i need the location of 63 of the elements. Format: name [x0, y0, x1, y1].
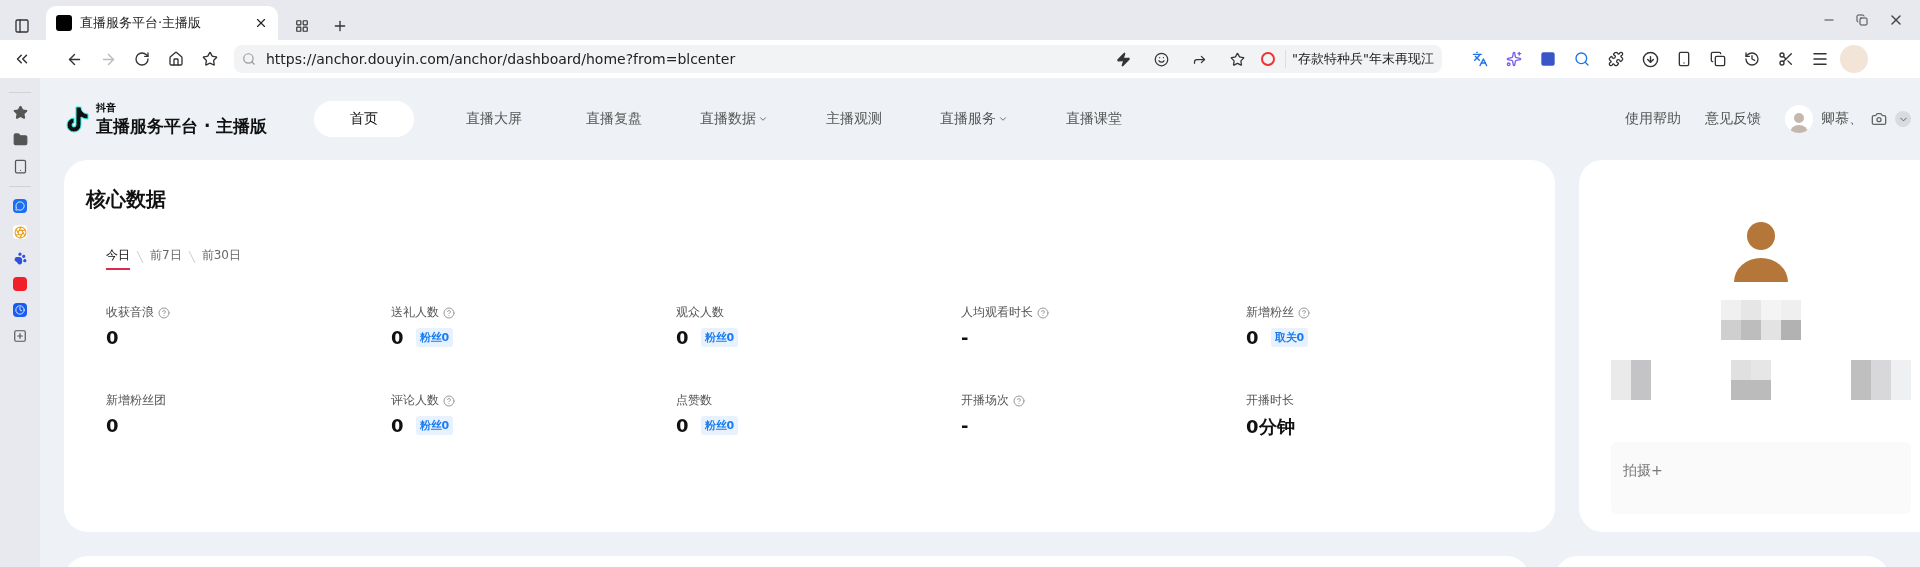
search-hint[interactable]: "存款特种兵"年末再现江	[1285, 50, 1434, 68]
nav-tab[interactable]: 直播复盘	[554, 101, 674, 137]
period-tab[interactable]: 前7日	[150, 247, 182, 270]
fans-tag: 粉丝0	[700, 328, 739, 347]
fans-tag: 粉丝0	[700, 416, 739, 435]
section-title: 核心数据	[86, 186, 167, 213]
caret-icon	[998, 114, 1008, 124]
chat-app-icon[interactable]	[13, 199, 27, 213]
metric-label: 观众人数	[676, 304, 724, 321]
nav-tab[interactable]: 首页	[314, 101, 414, 137]
nav-tab[interactable]: 直播数据	[674, 101, 794, 137]
search-engine-icon[interactable]	[1261, 52, 1276, 66]
fans-tag: 粉丝0	[415, 328, 454, 347]
metric-value: 0	[391, 415, 404, 436]
fans-tag: 取关0	[1270, 328, 1309, 347]
brand-caption: 抖音	[96, 100, 117, 115]
period-tab[interactable]: 前30日	[201, 247, 241, 270]
user-name[interactable]: 卿慕、	[1821, 110, 1863, 128]
search-icon	[242, 52, 256, 66]
metric-value: 0	[1246, 327, 1259, 348]
tab-separator	[187, 249, 196, 264]
browser-tab[interactable]: 直播服务平台·主播版	[46, 6, 278, 40]
metric-label: 收获音浪	[106, 304, 154, 321]
paw-icon[interactable]	[13, 251, 27, 265]
camera-icon[interactable]	[1871, 111, 1887, 127]
folder-icon[interactable]	[12, 132, 28, 147]
metric-value: -	[961, 327, 969, 348]
metric-value: 0	[391, 327, 404, 348]
metric-label: 新增粉丝团	[106, 392, 166, 409]
metric-label: 人均观看时长	[961, 304, 1033, 321]
metric-label: 开播场次	[961, 392, 1009, 409]
tab-logo-icon	[56, 15, 72, 31]
period-tab[interactable]: 今日	[106, 247, 130, 270]
nav-tab[interactable]: 直播服务	[914, 101, 1034, 137]
nav-tab[interactable]: 直播大屏	[434, 101, 554, 137]
nav-tab[interactable]: 直播课堂	[1034, 101, 1154, 137]
metric-label: 新增粉丝	[1246, 304, 1294, 321]
caret-icon	[758, 114, 768, 124]
close-icon[interactable]	[254, 16, 268, 30]
metric-value: 0	[676, 415, 689, 436]
clock-icon[interactable]	[13, 303, 27, 317]
metric-label: 开播时长	[1246, 392, 1294, 409]
shoot-button[interactable]: 拍摄+	[1611, 442, 1911, 514]
fans-tag: 粉丝0	[415, 416, 454, 435]
restore-icon[interactable]	[1856, 14, 1868, 26]
address-bar[interactable]: https://anchor.douyin.com/anchor/dashboard/home?from=blcenter "存款特种兵"年末再现江	[234, 45, 1442, 73]
metric-value: -	[961, 415, 969, 436]
metric-label: 点赞数	[676, 392, 712, 409]
header-link[interactable]: 意见反馈	[1705, 110, 1761, 128]
metric-label: 送礼人数	[391, 304, 439, 321]
metric-value: 0	[106, 415, 119, 436]
metric-value: 0分钟	[1246, 415, 1295, 439]
header-link[interactable]: 使用帮助	[1625, 110, 1681, 128]
star-icon[interactable]	[12, 105, 28, 120]
tablet-icon[interactable]	[12, 159, 28, 174]
nav-tab[interactable]: 主播观测	[794, 101, 914, 137]
metric-value: 0	[106, 327, 119, 348]
metric-label: 评论人数	[391, 392, 439, 409]
metric-value: 0	[676, 327, 689, 348]
brand-title: 直播服务平台 · 主播版	[96, 114, 268, 138]
tab-separator	[136, 249, 144, 264]
music-note-logo-icon	[64, 105, 90, 133]
add-icon[interactable]	[13, 329, 27, 343]
